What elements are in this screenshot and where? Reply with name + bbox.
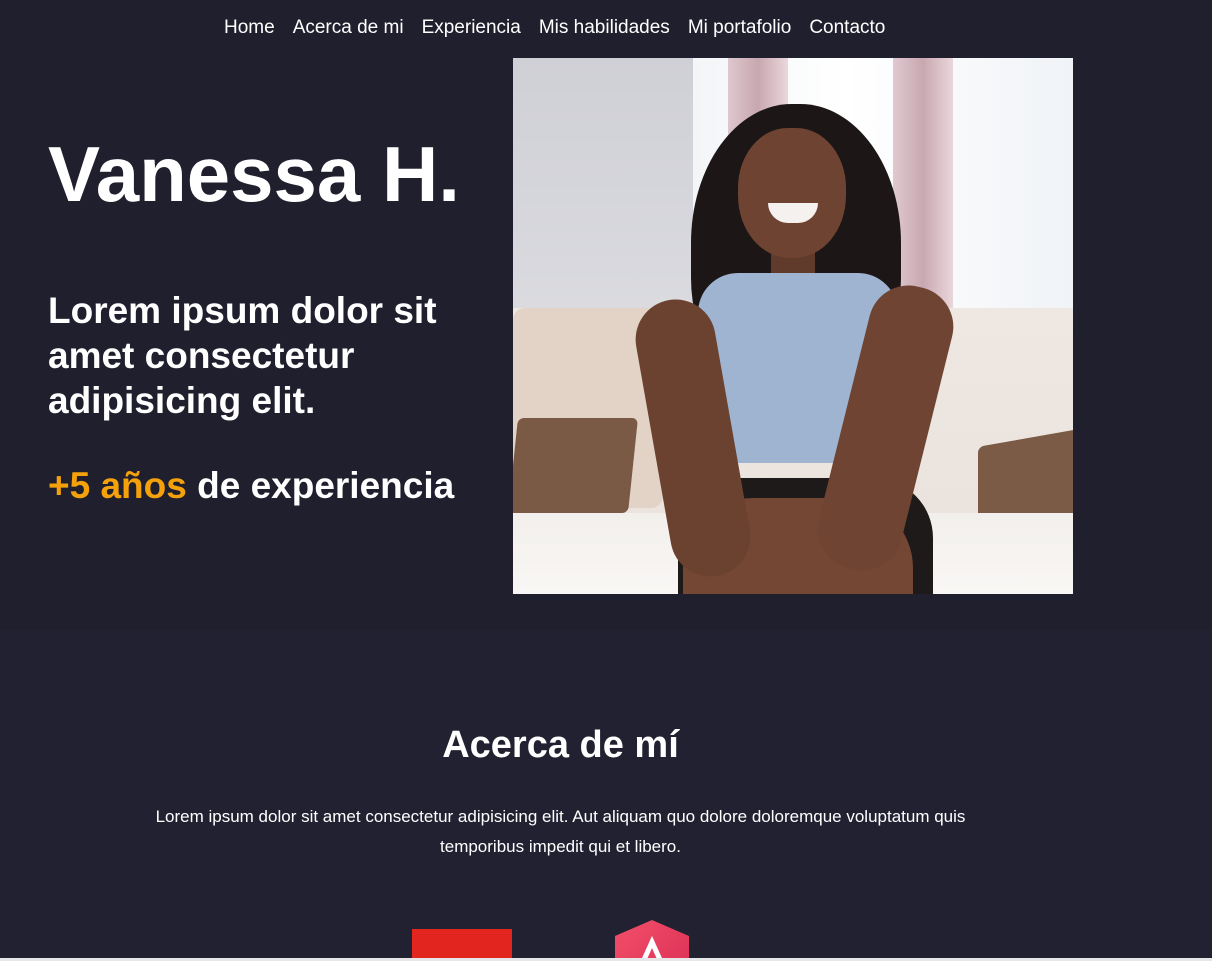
about-section: Acerca de mí Lorem ipsum dolor sit amet … [0,630,1212,961]
photo-pillow-left [513,418,638,513]
experience-text: de experiencia [186,465,455,506]
main-nav: Home Acerca de mi Experiencia Mis habili… [224,15,885,41]
hero-tagline: Lorem ipsum dolor sit amet consectetur a… [48,290,437,421]
about-text: Lorem ipsum dolor sit amet consectetur a… [155,807,966,856]
nav-link-experience[interactable]: Experiencia [422,15,521,41]
experience-highlight: +5 años [48,465,187,506]
red-block-icon [412,929,512,961]
hero-section: Home Acerca de mi Experiencia Mis habili… [0,0,1212,630]
nav-link-portfolio[interactable]: Mi portafolio [688,15,792,41]
nav-link-contact[interactable]: Contacto [809,15,885,41]
nav-link-home[interactable]: Home [224,15,275,41]
nav-link-skills[interactable]: Mis habilidades [539,15,670,41]
hexagon-a-icon [613,920,691,961]
nav-link-about[interactable]: Acerca de mi [293,15,404,41]
profile-photo [513,58,1073,594]
hero-name: Vanessa H. [48,130,460,218]
photo-face [738,128,846,258]
hero-experience: +5 años de experiencia [48,463,488,508]
about-title: Acerca de mí [442,724,679,766]
